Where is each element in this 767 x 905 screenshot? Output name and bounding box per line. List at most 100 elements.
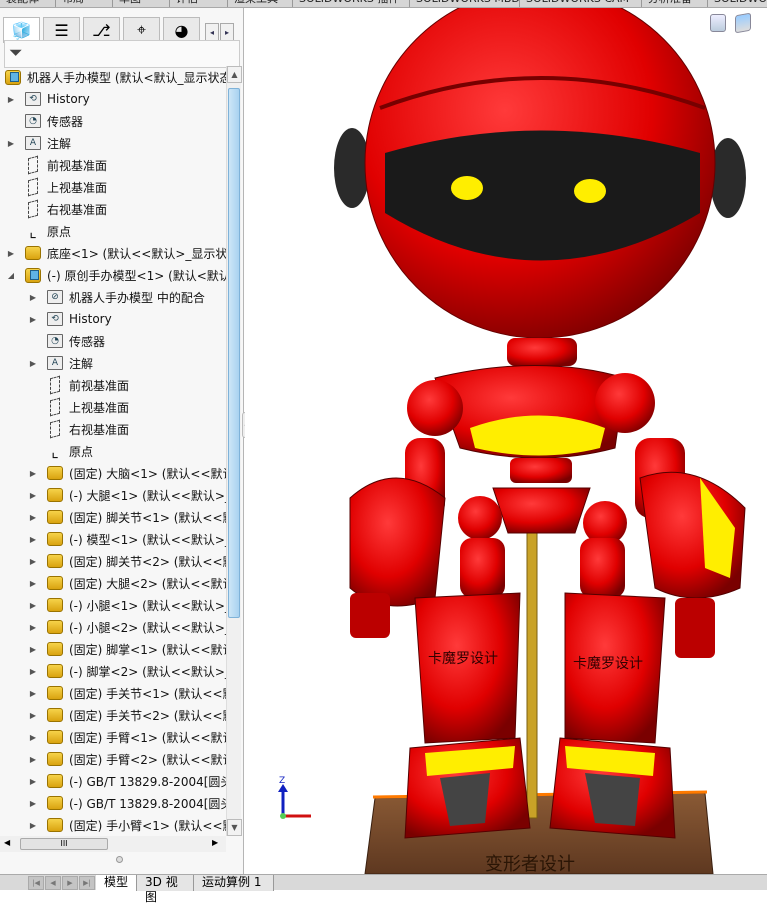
display-style-icon[interactable] bbox=[735, 12, 751, 34]
ribbon-tab[interactable]: SOLIDWORKS bbox=[708, 0, 767, 7]
expand-arrow-icon[interactable]: ▶ bbox=[28, 667, 38, 676]
scrollbar-thumb[interactable] bbox=[228, 88, 240, 618]
expand-arrow-icon[interactable]: ▶ bbox=[28, 601, 38, 610]
feature-tree: 机器人手办模型 (默认<默认_显示状态 ▶ ⟲ History ◔ 传感器 ▶ A 注解 前视基准… bbox=[0, 66, 226, 836]
expand-arrow-icon[interactable]: ▶ bbox=[6, 139, 16, 148]
tab-scroll-right-button[interactable]: ▸ bbox=[220, 23, 234, 41]
tree-vertical-scrollbar[interactable]: ▲ ▼ bbox=[226, 66, 242, 836]
ribbon-tab[interactable]: 分析准备 bbox=[642, 0, 708, 7]
expand-arrow-icon[interactable]: ▶ bbox=[28, 359, 38, 368]
ribbon-tab[interactable]: SOLIDWORKS 插件 bbox=[293, 0, 410, 7]
ribbon-tab[interactable]: 草图 bbox=[113, 0, 170, 7]
tree-item[interactable]: 上视基准面 bbox=[28, 396, 129, 418]
tree-item[interactable]: ▶ (固定) 手臂<1> (默认<<默认 bbox=[28, 726, 226, 748]
bottom-tab[interactable]: 运动算例 1 bbox=[194, 875, 274, 891]
bottom-tab[interactable]: 模型 bbox=[96, 875, 137, 891]
tree-item[interactable]: ▶ ⟲ History bbox=[28, 308, 112, 330]
tree-item[interactable]: ◔ 传感器 bbox=[6, 110, 83, 132]
tree-item-label: 机器人手办模型 (默认<默认_显示状态 bbox=[27, 70, 226, 85]
expand-arrow-icon[interactable]: ▶ bbox=[28, 513, 38, 522]
expand-arrow-icon[interactable]: ▶ bbox=[28, 799, 38, 808]
expand-arrow-icon[interactable]: ▶ bbox=[28, 535, 38, 544]
nav-first-button[interactable]: |◀ bbox=[28, 876, 44, 890]
tree-horizontal-scrollbar[interactable]: ◀ III ▶ bbox=[0, 836, 226, 852]
tree-item[interactable]: 前视基准面 bbox=[28, 374, 129, 396]
tree-item[interactable]: ▶ A 注解 bbox=[6, 132, 71, 154]
bottom-tab[interactable]: 3D 视图 bbox=[137, 875, 194, 904]
expand-arrow-icon[interactable]: ▶ bbox=[28, 689, 38, 698]
tree-item[interactable]: ▶ (固定) 手臂<2> (默认<<默认 bbox=[28, 748, 226, 770]
expand-arrow-icon[interactable]: ▶ bbox=[6, 249, 16, 258]
tree-item[interactable]: ◔ 传感器 bbox=[28, 330, 105, 352]
expand-arrow-icon[interactable]: ▶ bbox=[28, 491, 38, 500]
tree-item-label: (-) 原创手办模型<1> (默认<默认 bbox=[47, 268, 226, 283]
tree-item[interactable]: ▶ (固定) 手小臂<1> (默认<<默 bbox=[28, 814, 226, 836]
expand-arrow-icon[interactable]: ▶ bbox=[28, 821, 38, 830]
scroll-up-button[interactable]: ▲ bbox=[227, 66, 242, 83]
tree-item[interactable]: ▶ ⊘ 机器人手办模型 中的配合 bbox=[28, 286, 205, 308]
tree-item[interactable]: ▶ (固定) 手关节<1> (默认<<默 bbox=[28, 682, 226, 704]
tree-item[interactable]: ◢ (-) 原创手办模型<1> (默认<默认 bbox=[6, 264, 226, 286]
graphics-viewport[interactable]: 变形者设计 卡魔罗设计 卡魔罗设计 Z bbox=[245, 8, 767, 874]
tree-item[interactable]: 上视基准面 bbox=[6, 176, 107, 198]
panel-resize-handle[interactable] bbox=[116, 856, 123, 863]
tree-item[interactable]: ▶ (-) 小腿<2> (默认<<默认>_ bbox=[28, 616, 226, 638]
tree-item[interactable]: ▶ (固定) 脚关节<1> (默认<<默 bbox=[28, 506, 226, 528]
ribbon-tab[interactable]: SOLIDWORKS CAM bbox=[520, 0, 642, 7]
ribbon-tab[interactable]: SOLIDWORKS MBD bbox=[410, 0, 520, 7]
tree-item[interactable]: ▶ (-) 模型<1> (默认<<默认>_ bbox=[28, 528, 226, 550]
tree-item[interactable]: ▶ (-) GB/T 13829.8-2004[圆头 bbox=[28, 792, 226, 814]
tree-item[interactable]: ▶ A 注解 bbox=[28, 352, 93, 374]
expand-arrow-icon[interactable]: ▶ bbox=[28, 777, 38, 786]
scroll-down-button[interactable]: ▼ bbox=[227, 819, 242, 836]
tree-item[interactable]: ▶ (固定) 大腿<2> (默认<<默认 bbox=[28, 572, 226, 594]
expand-arrow-icon[interactable]: ▶ bbox=[28, 293, 38, 302]
nav-next-button[interactable]: ▶ bbox=[62, 876, 78, 890]
ribbon-tab[interactable]: 装配体 bbox=[0, 0, 56, 7]
tree-item[interactable]: ▶ (固定) 脚关节<2> (默认<<默 bbox=[28, 550, 226, 572]
expand-arrow-icon[interactable]: ▶ bbox=[28, 557, 38, 566]
tree-item[interactable]: 右视基准面 bbox=[28, 418, 129, 440]
nav-last-button[interactable]: ▶| bbox=[79, 876, 95, 890]
ribbon-tab[interactable]: 评估 bbox=[170, 0, 228, 7]
tree-item[interactable]: ▶ (固定) 大脑<1> (默认<<默认 bbox=[28, 462, 226, 484]
tree-item[interactable]: 机器人手办模型 (默认<默认_显示状态 bbox=[4, 66, 226, 88]
tree-item-label: 右视基准面 bbox=[47, 202, 108, 217]
tree-item-label: (固定) 手关节<1> (默认<<默 bbox=[69, 686, 226, 701]
view-orientation-icon[interactable] bbox=[710, 14, 726, 32]
tree-item[interactable]: 右视基准面 bbox=[6, 198, 107, 220]
tree-item[interactable]: ⌞ 原点 bbox=[28, 440, 93, 462]
expand-arrow-icon[interactable]: ▶ bbox=[28, 755, 38, 764]
tree-item[interactable]: ▶ (-) 小腿<1> (默认<<默认>_ bbox=[28, 594, 226, 616]
tree-item-label: (-) GB/T 13829.8-2004[圆头 bbox=[69, 774, 226, 789]
expand-arrow-icon[interactable]: ▶ bbox=[28, 469, 38, 478]
expand-arrow-icon[interactable]: ▶ bbox=[28, 711, 38, 720]
expand-arrow-icon[interactable]: ▶ bbox=[28, 645, 38, 654]
tree-item[interactable]: ▶ 底座<1> (默认<<默认>_显示状 bbox=[6, 242, 226, 264]
tree-item-label: (-) 小腿<2> (默认<<默认>_ bbox=[69, 620, 226, 635]
filter-bar[interactable]: ⏷ bbox=[4, 40, 240, 68]
expand-arrow-icon[interactable]: ▶ bbox=[28, 579, 38, 588]
tree-item[interactable]: ▶ ⟲ History bbox=[6, 88, 90, 110]
tree-item[interactable]: ▶ (-) 大腿<1> (默认<<默认>_ bbox=[28, 484, 226, 506]
tab-scroll-left-button[interactable]: ◂ bbox=[205, 23, 219, 41]
tree-item[interactable]: ▶ (固定) 脚掌<1> (默认<<默认 bbox=[28, 638, 226, 660]
expand-arrow-icon[interactable]: ▶ bbox=[28, 733, 38, 742]
expand-arrow-icon[interactable]: ◢ bbox=[6, 271, 16, 280]
funnel-icon[interactable]: ⏷ bbox=[9, 43, 23, 63]
expand-arrow-icon[interactable]: ▶ bbox=[6, 95, 16, 104]
tree-item-label: (-) 模型<1> (默认<<默认>_ bbox=[69, 532, 226, 547]
tree-item[interactable]: ▶ (固定) 手关节<2> (默认<<默 bbox=[28, 704, 226, 726]
tree-item[interactable]: 前视基准面 bbox=[6, 154, 107, 176]
tree-item[interactable]: ▶ (-) GB/T 13829.8-2004[圆头 bbox=[28, 770, 226, 792]
tree-item[interactable]: ▶ (-) 脚掌<2> (默认<<默认>_ bbox=[28, 660, 226, 682]
expand-arrow-icon[interactable]: ▶ bbox=[28, 315, 38, 324]
ribbon-tab[interactable]: 布局 bbox=[56, 0, 113, 7]
expand-arrow-icon[interactable]: ▶ bbox=[28, 623, 38, 632]
scrollbar-thumb[interactable]: III bbox=[20, 838, 108, 850]
tree-item-label: 传感器 bbox=[69, 334, 106, 349]
sensor-icon: ◔ bbox=[24, 112, 42, 130]
nav-prev-button[interactable]: ◀ bbox=[45, 876, 61, 890]
tree-item[interactable]: ⌞ 原点 bbox=[6, 220, 71, 242]
ribbon-tab[interactable]: 渲染工具 bbox=[228, 0, 293, 7]
